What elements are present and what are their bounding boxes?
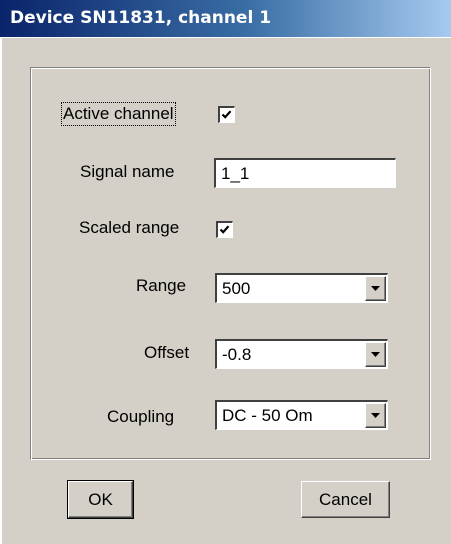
- signal-name-field[interactable]: 1_1: [214, 158, 396, 188]
- coupling-dropdown-button[interactable]: [365, 403, 386, 428]
- active-channel-checkbox[interactable]: [218, 106, 235, 123]
- offset-label: Offset: [144, 343, 190, 362]
- signal-name-label: Signal name: [80, 162, 175, 181]
- cancel-button-label: Cancel: [319, 489, 372, 509]
- title-bar[interactable]: Device SN11831, channel 1: [0, 0, 451, 37]
- checkmark-icon: [221, 110, 232, 119]
- coupling-value: DC - 50 Om: [222, 406, 313, 425]
- chevron-down-icon: [371, 286, 380, 291]
- coupling-label: Coupling: [107, 407, 175, 426]
- ok-button[interactable]: OK: [67, 480, 134, 519]
- active-channel-label[interactable]: Active channel: [61, 102, 176, 126]
- signal-name-value: 1_1: [221, 164, 250, 183]
- range-dropdown-button[interactable]: [365, 276, 386, 301]
- range-value: 500: [222, 279, 251, 298]
- checkmark-icon: [219, 225, 230, 234]
- coupling-dropdown[interactable]: DC - 50 Om: [215, 400, 388, 430]
- scaled-range-label: Scaled range: [79, 218, 180, 237]
- offset-value: -0.8: [222, 345, 252, 364]
- cancel-button[interactable]: Cancel: [301, 481, 390, 518]
- window-title: Device SN11831, channel 1: [10, 8, 272, 28]
- range-label: Range: [136, 276, 187, 295]
- offset-dropdown[interactable]: -0.8: [215, 339, 388, 369]
- scaled-range-checkbox[interactable]: [216, 221, 233, 238]
- range-dropdown[interactable]: 500: [215, 273, 388, 303]
- chevron-down-icon: [371, 413, 380, 418]
- chevron-down-icon: [371, 352, 380, 357]
- ok-button-label: OK: [88, 489, 113, 509]
- offset-dropdown-button[interactable]: [365, 342, 386, 367]
